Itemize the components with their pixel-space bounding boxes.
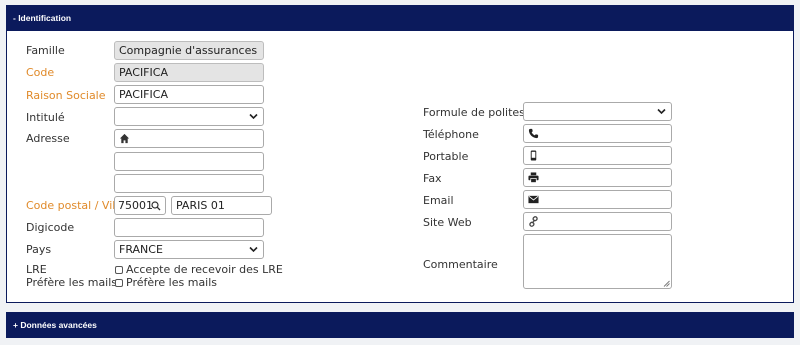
chevron-down-icon [249,113,258,120]
phone-icon [528,128,539,139]
label-formule-politesse: Formule de politesse [423,106,538,119]
formule-politesse-select[interactable] [523,102,672,121]
label-digicode: Digicode [26,221,75,234]
pays-value: FRANCE [119,243,163,256]
telephone-input[interactable] [523,124,672,143]
label-code-postal-ville: Code postal / Ville [26,199,126,212]
adresse-line1-input[interactable] [114,129,264,148]
label-pays: Pays [26,243,52,256]
mobile-phone-icon [530,150,537,161]
link-icon [529,216,538,227]
label-lre: LRE [26,263,47,276]
label-famille: Famille [26,44,65,57]
label-raison-sociale: Raison Sociale [26,89,106,102]
commentaire-textarea[interactable] [523,234,672,289]
identification-panel: Famille Compagnie d'assurances Code PACI… [6,31,794,303]
adresse-line3-input[interactable] [114,174,264,193]
home-icon [119,133,130,144]
printer-icon [528,172,539,183]
section-header-donnees-avancees[interactable]: + Données avancées [6,312,794,338]
digicode-input[interactable] [114,218,264,237]
fax-input[interactable] [523,168,672,187]
search-icon[interactable] [151,201,161,211]
envelope-icon [528,195,539,204]
label-telephone: Téléphone [423,128,479,141]
label-adresse: Adresse [26,132,70,145]
lre-checkbox-label: Accepte de recevoir des LRE [126,263,283,276]
label-intitule: Intitulé [26,111,65,124]
code-field: PACIFICA [114,63,264,82]
chevron-down-icon [249,246,258,253]
section-header-identification[interactable]: - Identification [6,5,794,31]
ville-input[interactable]: PARIS 01 [171,196,272,215]
label-portable: Portable [423,150,469,163]
adresse-line2-input[interactable] [114,152,264,171]
label-commentaire: Commentaire [423,258,498,271]
prefere-mails-checkbox-row[interactable]: Préfère les mails [115,276,217,290]
code-postal-input[interactable]: 75001 [114,196,166,215]
label-code: Code [26,66,55,79]
label-prefere-mails: Préfère les mails [26,276,118,289]
pays-select[interactable]: FRANCE [114,240,264,259]
site-web-input[interactable] [523,212,672,231]
portable-input[interactable] [523,146,672,165]
lre-checkbox[interactable] [115,266,123,274]
famille-field: Compagnie d'assurances [114,41,264,60]
prefere-mails-checkbox[interactable] [115,279,123,287]
label-site-web: Site Web [423,216,472,229]
email-input[interactable] [523,190,672,209]
resize-handle-icon[interactable] [663,280,670,287]
prefere-mails-checkbox-label: Préfère les mails [126,276,218,289]
code-postal-value: 75001 [118,199,153,212]
label-fax: Fax [423,172,442,185]
chevron-down-icon [657,108,666,115]
intitule-select[interactable] [114,107,264,126]
label-email: Email [423,194,454,207]
lre-checkbox-row[interactable]: Accepte de recevoir des LRE [115,263,283,277]
raison-sociale-input[interactable]: PACIFICA [114,85,264,104]
